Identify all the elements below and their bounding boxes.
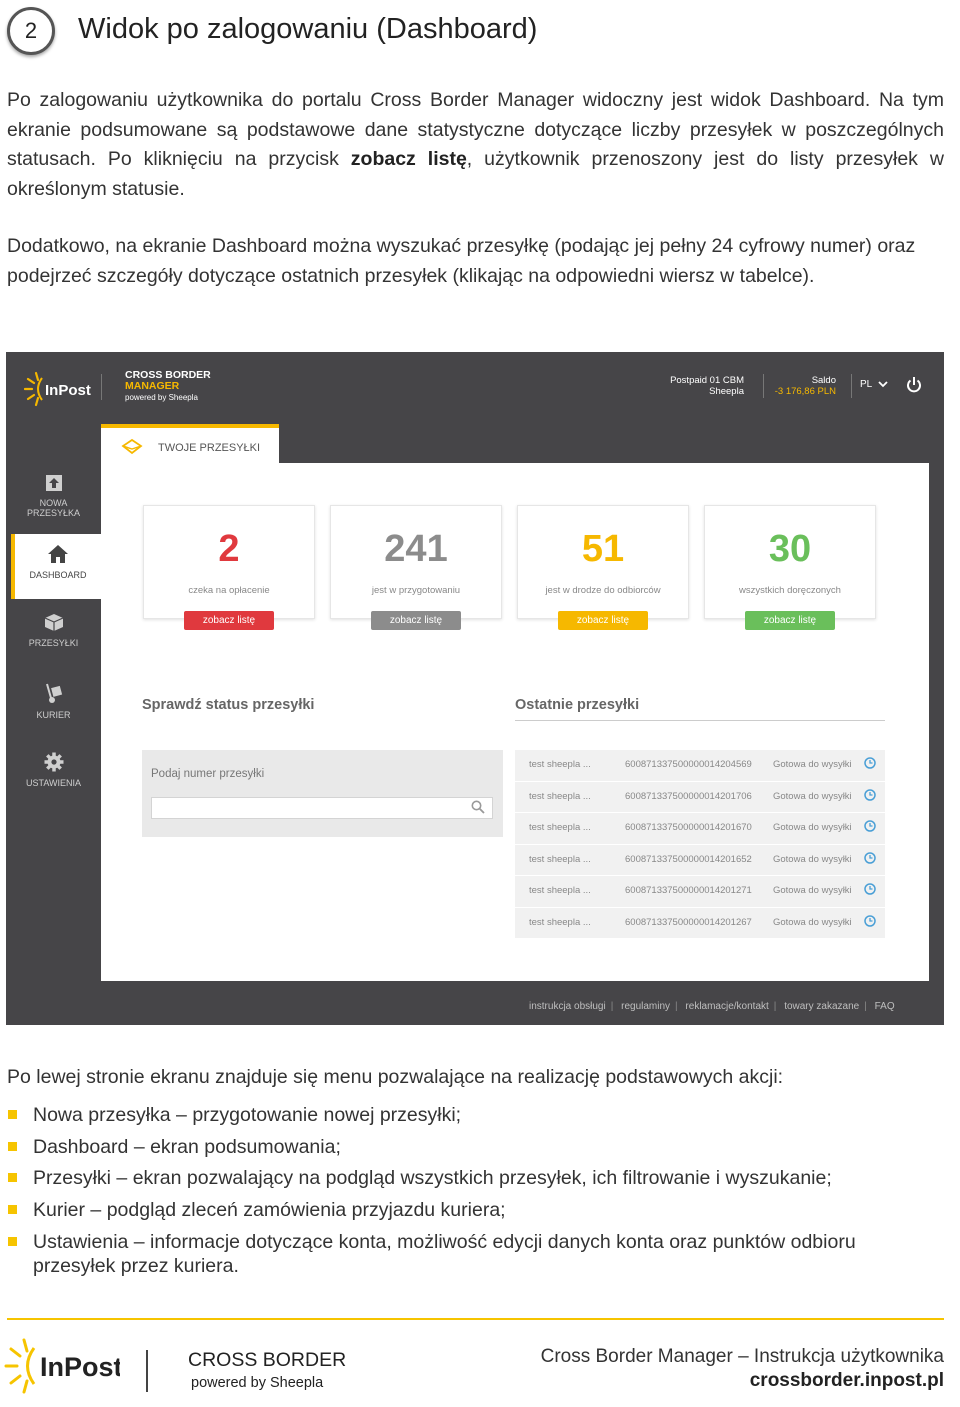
- package-icon: [44, 614, 63, 631]
- footer-logo-divider: [146, 1350, 148, 1392]
- inpost-logo[interactable]: InPost: [23, 370, 94, 413]
- status-check-heading: Sprawdź status przesyłki: [142, 697, 315, 713]
- stat-value: 30: [768, 528, 812, 570]
- footer-link-prohibited[interactable]: towary zakazane: [784, 1001, 859, 1012]
- search-panel: [142, 750, 503, 837]
- recent-shipment-row[interactable]: test sheepla ... 600871337500000014201271…: [515, 876, 885, 908]
- sidebar-item-courier[interactable]: KURIER: [6, 682, 101, 720]
- footer-inpost-logo: InPost: [4, 1336, 123, 1403]
- account-info[interactable]: Postpaid 01 CBM Sheepla: [636, 375, 744, 397]
- sidebar-item-shipments[interactable]: PRZESYŁKI: [6, 612, 101, 648]
- clock-icon: [864, 788, 876, 804]
- recent-shipment-row[interactable]: test sheepla ... 600871337500000014204569…: [515, 750, 885, 782]
- footer-logo-text: InPost: [40, 1352, 120, 1382]
- inpost-logo-text: InPost: [45, 382, 91, 399]
- home-icon: [48, 545, 68, 563]
- clock-icon: [864, 914, 876, 930]
- bullet: [8, 1173, 17, 1182]
- footer-url[interactable]: crossborder.inpost.pl: [600, 1370, 944, 1392]
- balance: Saldo -3 176,86 PLN: [774, 375, 836, 397]
- tracking-number-input[interactable]: [151, 797, 493, 819]
- stat-caption: czeka na opłacenie: [188, 585, 270, 596]
- clock-icon: [864, 757, 876, 772]
- section-number-badge: 2: [7, 7, 55, 55]
- power-icon: [907, 377, 921, 393]
- sidebar-item-new-shipment[interactable]: NOWA PRZESYŁKA: [6, 474, 101, 518]
- app-footer-links: instrukcja obsługi | regulaminy | reklamac…: [529, 1001, 895, 1012]
- stat-card-awaiting-payment: 2 czeka na opłacenie: [143, 505, 315, 619]
- footer-link-manual[interactable]: instrukcja obsługi: [529, 1001, 606, 1012]
- see-list-button[interactable]: zobacz listę: [745, 611, 835, 630]
- bullet: [8, 1237, 17, 1246]
- recent-shipment-row[interactable]: test sheepla ... 600871337500000014201670…: [515, 813, 885, 845]
- cbm-brand: CROSS BORDER MANAGER powered by Sheepla: [125, 369, 211, 403]
- see-list-emphasis: zobacz listę: [350, 148, 467, 170]
- search-label: Podaj numer przesyłki: [151, 768, 265, 780]
- recent-shipment-row[interactable]: test sheepla ... 600871337500000014201706…: [515, 781, 885, 813]
- recent-shipments-heading: Ostatnie przesyłki: [515, 697, 640, 713]
- sidebar-item-settings[interactable]: USTAWIENIA: [6, 752, 101, 788]
- footer-link-terms[interactable]: regulaminy: [621, 1001, 670, 1012]
- section-title: Widok po zalogowaniu (Dashboard): [78, 13, 538, 45]
- recent-shipment-row[interactable]: test sheepla ... 600871337500000014201267…: [515, 907, 885, 939]
- footer-brand: CROSS BORDER: [188, 1349, 347, 1371]
- footer-doc-title: Cross Border Manager – Instrukcja użytko…: [540, 1346, 944, 1367]
- intro-paragraph-2: Dodatkowo, na ekranie Dashboard można wy…: [7, 235, 916, 287]
- dashboard-screenshot: InPost CROSS BORDER MANAGER powered by S…: [6, 352, 944, 1025]
- stat-card-in-preparation: 241 jest w przygotowaniu: [330, 505, 502, 619]
- clock-icon: [864, 883, 876, 898]
- clock-icon: [864, 851, 876, 867]
- hand-truck-icon: [45, 683, 62, 703]
- footer-divider: [7, 1318, 944, 1320]
- stat-card-delivered: 30 wszystkich doręczonych: [704, 505, 876, 619]
- footer-link-faq[interactable]: FAQ: [875, 1001, 895, 1012]
- see-list-button[interactable]: zobacz listę: [371, 611, 461, 630]
- gear-icon: [44, 752, 63, 772]
- heading-divider: [515, 720, 885, 721]
- stat-value: 51: [581, 528, 625, 570]
- chevron-down-icon: [878, 381, 888, 388]
- stat-caption: jest w przygotowaniu: [371, 585, 461, 596]
- language-select[interactable]: PL: [860, 379, 888, 390]
- header-divider: [101, 374, 102, 400]
- search-icon[interactable]: [471, 800, 485, 819]
- stat-caption: wszystkich doręczonych: [739, 585, 841, 596]
- intro-paragraph-1: Po zalogowaniu użytkownika do portalu Cr…: [7, 89, 944, 200]
- menu-intro: Po lewej stronie ekranu znajduje się men…: [7, 1066, 784, 1088]
- sidebar-item-dashboard[interactable]: DASHBOARD: [11, 534, 101, 599]
- bullet: [8, 1142, 17, 1151]
- footer-link-complaints[interactable]: reklamacje/kontakt: [685, 1001, 768, 1012]
- stat-value: 2: [218, 528, 240, 570]
- envelope-icon: [121, 438, 143, 461]
- header-divider: [851, 374, 852, 398]
- tab-your-shipments[interactable]: TWOJE PRZESYŁKI: [101, 424, 279, 464]
- bullet: [8, 1205, 17, 1214]
- see-list-button[interactable]: zobacz listę: [558, 611, 648, 630]
- stat-card-in-transit: 51 jest w drodze do odbiorców: [517, 505, 689, 619]
- stat-value: 241: [384, 528, 448, 570]
- logout-button[interactable]: [906, 376, 922, 399]
- footer-powered: powered by Sheepla: [191, 1375, 324, 1391]
- header-divider: [763, 374, 764, 398]
- upload-icon: [45, 475, 62, 491]
- bullet: [8, 1110, 17, 1119]
- stat-caption: jest w drodze do odbiorców: [545, 585, 661, 596]
- see-list-button[interactable]: zobacz listę: [184, 611, 274, 630]
- recent-shipment-row[interactable]: test sheepla ... 600871337500000014201652…: [515, 844, 885, 876]
- clock-icon: [864, 820, 876, 835]
